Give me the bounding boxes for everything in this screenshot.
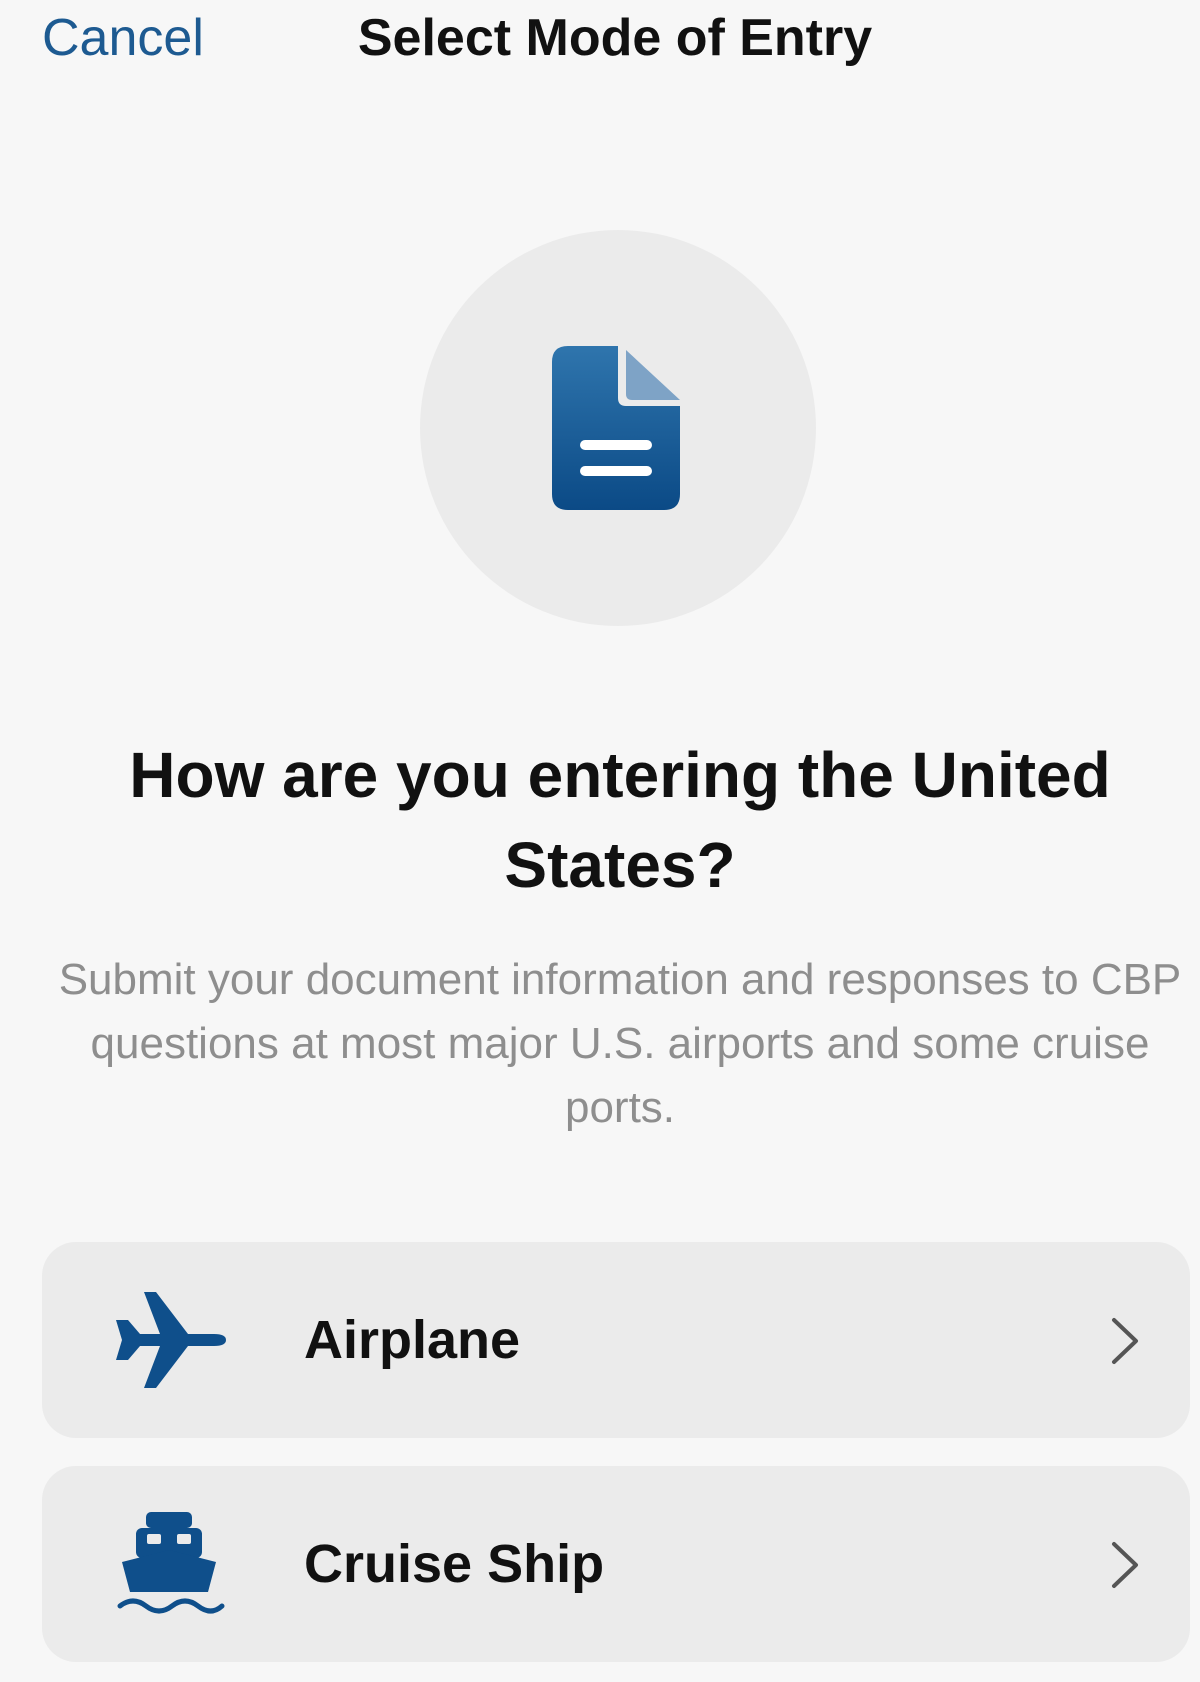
chevron-right-icon bbox=[1112, 1318, 1138, 1364]
airplane-icon bbox=[116, 1292, 226, 1388]
airplane-option[interactable]: Airplane bbox=[42, 1242, 1190, 1438]
airplane-label: Airplane bbox=[304, 1310, 521, 1370]
navigation-bar: Cancel Select Mode of Entry bbox=[0, 0, 1200, 80]
chevron-right-icon bbox=[1112, 1542, 1138, 1588]
page-title: Select Mode of Entry bbox=[357, 9, 873, 67]
cruise-ship-icon bbox=[117, 1512, 225, 1614]
screen: Cancel Select Mode of Entry How are you … bbox=[0, 0, 1200, 1682]
hero-circle bbox=[420, 230, 816, 626]
description-text: Submit your document information and res… bbox=[58, 955, 1182, 1132]
cruise-ship-option[interactable]: Cruise Ship bbox=[42, 1466, 1190, 1662]
document-icon bbox=[552, 346, 680, 510]
main-heading: How are you entering the United States? bbox=[129, 739, 1111, 901]
cruise-ship-label: Cruise Ship bbox=[304, 1534, 605, 1594]
